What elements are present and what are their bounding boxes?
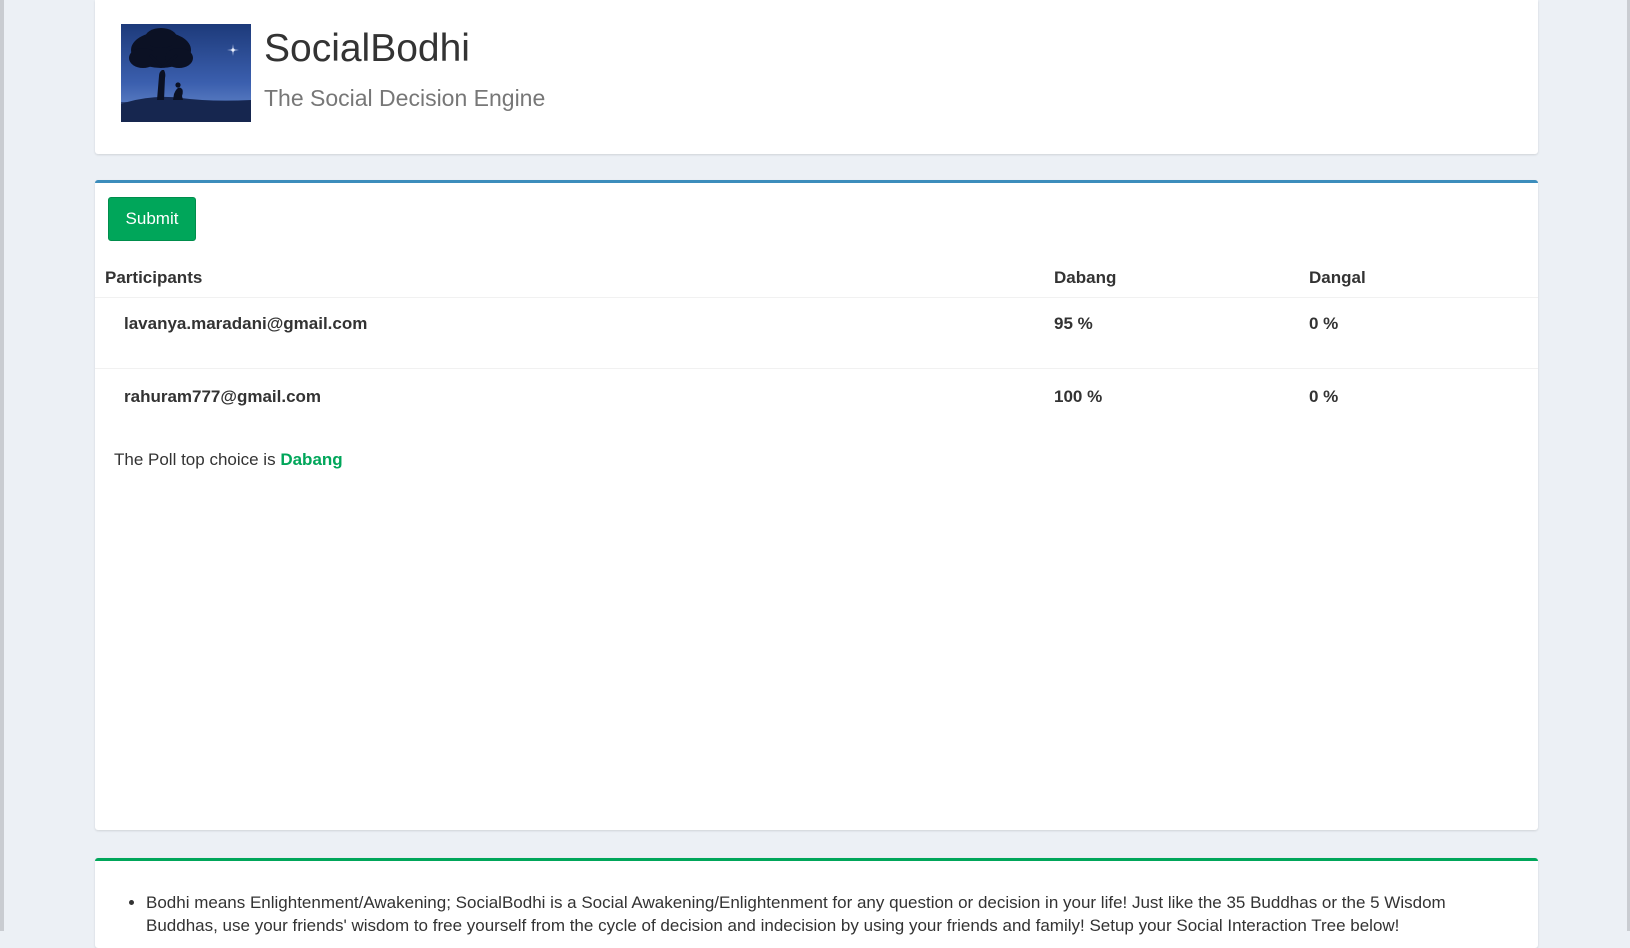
column-header-dangal: Dangal [1309,268,1366,287]
dangal-score: 0 % [1309,387,1339,406]
poll-results-card: Submit Participants Dabang Dangal lavany… [95,180,1538,830]
app-title: SocialBodhi [264,27,470,70]
app-subtitle: The Social Decision Engine [264,85,546,111]
info-card: Bodhi means Enlightenment/Awakening; Soc… [95,858,1538,948]
participant-email: lavanya.maradani@gmail.com [124,314,368,333]
header-card: SocialBodhi The Social Decision Engine [95,0,1538,154]
dabang-score: 95 % [1054,314,1093,333]
column-header-dabang: Dabang [1054,268,1117,287]
participant-email: rahuram777@gmail.com [124,387,322,406]
table-header-divider [95,297,1538,298]
info-list: Bodhi means Enlightenment/Awakening; Soc… [95,891,1516,937]
dabang-score: 100 % [1054,387,1103,406]
info-list-item: Bodhi means Enlightenment/Awakening; Soc… [146,891,1516,937]
top-choice-value: Dabang [280,450,343,469]
logo-image [121,24,251,122]
submit-button[interactable]: Submit [108,197,196,241]
window-left-edge [0,0,4,931]
column-header-participants: Participants [105,268,203,287]
table-row-divider [95,368,1538,369]
dangal-score: 0 % [1309,314,1339,333]
top-choice-prefix: The Poll top choice is [114,450,276,469]
poll-top-choice: The Poll top choice is Dabang [114,450,343,470]
